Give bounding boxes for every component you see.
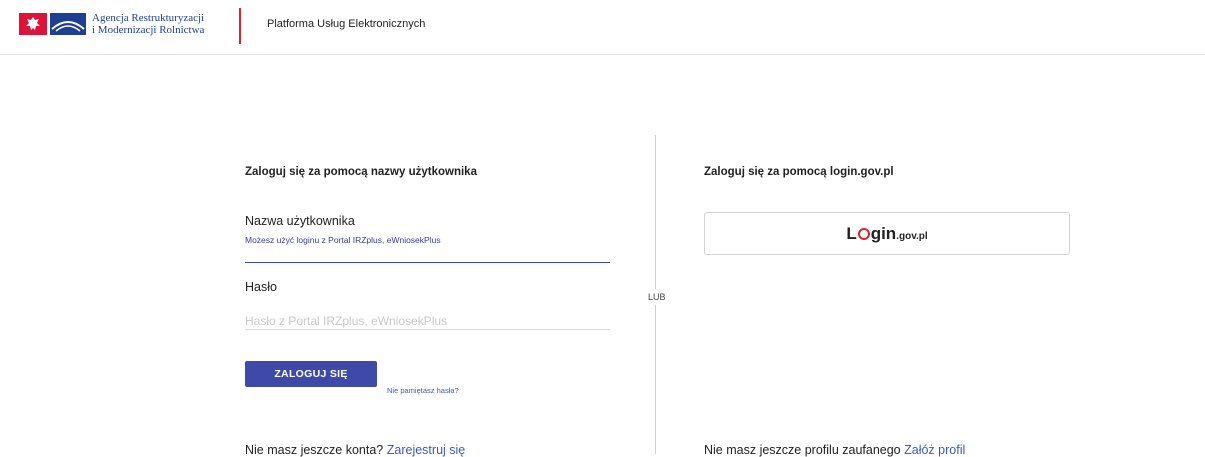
polish-emblem-icon xyxy=(19,13,47,35)
logingov-logo-gin: gin xyxy=(870,223,897,243)
agency-name: Agencja Restrukturyzacji i Modernizacji … xyxy=(92,12,204,36)
logingov-button[interactable]: L gin .gov.pl xyxy=(704,212,1070,255)
agency-name-line1: Agencja Restrukturyzacji xyxy=(92,12,205,24)
username-input[interactable] xyxy=(245,246,610,262)
create-profile-link[interactable]: Załóż profil xyxy=(904,443,965,457)
password-label: Hasło xyxy=(245,280,277,294)
or-separator-label: LUB xyxy=(646,289,668,305)
logingov-logo-domain: .gov.pl xyxy=(896,230,928,242)
password-underline xyxy=(245,329,610,330)
register-link[interactable]: Zarejestruj się xyxy=(387,443,466,457)
no-account-text: Nie masz jeszcze konta? Zarejestruj się xyxy=(245,443,465,457)
username-login-title: Zaloguj się za pomocą nazwy użytkownika xyxy=(245,166,477,178)
top-header: Agencja Restrukturyzacji i Modernizacji … xyxy=(0,0,1205,55)
no-profile-label: Nie masz jeszcze profilu zaufanego xyxy=(704,443,901,457)
username-hint: Możesz użyć loginu z Portal IRZplus, eWn… xyxy=(245,235,441,245)
forgot-password-link[interactable]: Nie pamiętasz hasła? xyxy=(387,386,459,395)
password-input[interactable] xyxy=(245,313,610,329)
header-divider xyxy=(239,8,241,44)
username-label: Nazwa użytkownika xyxy=(245,214,355,228)
logingov-logo-l: L xyxy=(846,223,857,243)
platform-title: Platforma Usług Elektronicznych xyxy=(267,18,426,30)
arimr-logo-icon xyxy=(50,13,86,35)
logingov-title: Zaloguj się za pomocą login.gov.pl xyxy=(704,166,894,178)
no-account-label: Nie masz jeszcze konta? xyxy=(245,443,384,457)
no-profile-text: Nie masz jeszcze profilu zaufanego Załóż… xyxy=(704,443,965,457)
agency-name-line2: i Modernizacji Rolnictwa xyxy=(92,24,205,36)
logingov-logo: L gin .gov.pl xyxy=(846,224,927,244)
logingov-logo-ring-icon xyxy=(857,227,870,240)
username-underline xyxy=(245,262,610,263)
login-button[interactable]: ZALOGUJ SIĘ xyxy=(245,361,377,387)
